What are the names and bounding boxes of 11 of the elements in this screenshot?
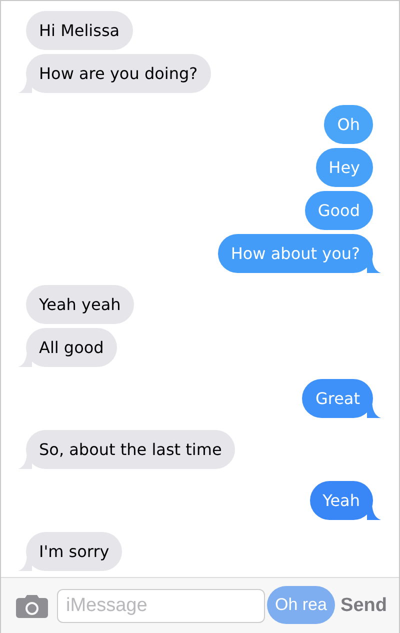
message-bubble: Yeah yeah: [26, 285, 134, 324]
message-bubble: Good: [304, 191, 373, 230]
message-bubble: Oh: [324, 105, 373, 144]
sending-bubble: Oh rea: [267, 586, 335, 624]
message-bubble: Hey: [316, 148, 373, 187]
camera-icon[interactable]: [16, 594, 48, 618]
message-input[interactable]: iMessage: [57, 588, 265, 622]
bubble-tail: [367, 502, 381, 520]
message-bubble: Hi Melissa: [26, 11, 133, 50]
bubble-tail: [367, 255, 381, 273]
bubble-tail: [367, 400, 381, 418]
